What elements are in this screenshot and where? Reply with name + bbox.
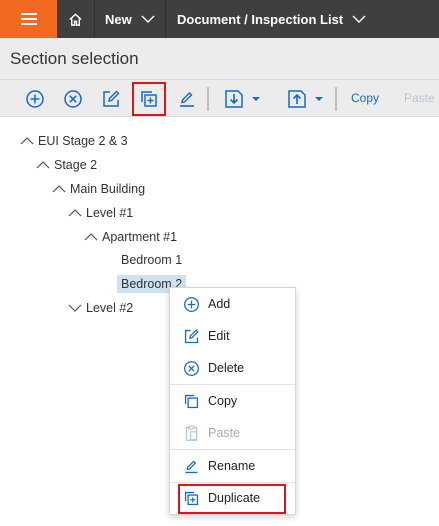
add-circle-icon xyxy=(26,90,44,108)
toolbar: Copy Paste xyxy=(0,80,439,117)
collapse-caret-icon[interactable] xyxy=(68,203,84,223)
menu-item-label: Paste xyxy=(208,426,240,440)
edit-icon xyxy=(184,328,199,343)
duplicate-icon xyxy=(141,91,157,107)
menu-item-edit[interactable]: Edit xyxy=(170,321,295,351)
home-icon xyxy=(69,12,82,26)
menu-item-label: Edit xyxy=(208,329,230,343)
tree-node-label: Level #1 xyxy=(86,206,134,220)
delete-circle-icon xyxy=(183,360,199,376)
menu-item-delete[interactable]: Delete xyxy=(170,353,295,383)
tree-node-label: Bedroom 1 xyxy=(121,253,183,267)
toolbar-separator xyxy=(335,87,337,111)
edit-button[interactable] xyxy=(98,86,124,112)
move-down-icon xyxy=(225,90,260,108)
menu-item-add[interactable]: Add xyxy=(170,289,295,319)
menu-item-paste[interactable]: Paste xyxy=(170,418,295,448)
hamburger-menu-button[interactable] xyxy=(0,0,57,38)
hamburger-icon xyxy=(20,13,37,25)
menu-item-label: Add xyxy=(208,297,231,311)
toolbar-separator xyxy=(207,87,209,111)
edit-icon xyxy=(103,90,120,107)
tree-node[interactable]: Stage 2 xyxy=(36,155,97,175)
tree-node[interactable]: Bedroom 1 xyxy=(121,250,182,270)
delete-circle-icon xyxy=(64,90,82,108)
new-menu-label: New xyxy=(105,11,132,27)
chevron-down-icon xyxy=(141,15,155,23)
menu-item-label: Duplicate xyxy=(208,491,261,505)
tree-node-label: Apartment #1 xyxy=(102,230,178,244)
tree-node-label: EUI Stage 2 & 3 xyxy=(38,134,128,148)
chevron-down-icon xyxy=(352,15,366,23)
new-menu[interactable]: New xyxy=(96,0,155,38)
menu-separator xyxy=(170,384,295,385)
tree-node[interactable]: Level #2 xyxy=(68,298,133,318)
add-circle-icon xyxy=(183,296,199,312)
tree-node[interactable]: Apartment #1 xyxy=(84,227,177,247)
rename-pencil-icon xyxy=(180,92,194,107)
menu-item-copy[interactable]: Copy xyxy=(170,386,295,416)
context-menu: Add Edit Delete Copy Paste Rename Duplic… xyxy=(169,287,296,515)
document-menu-label: Document / Inspection List xyxy=(177,11,344,27)
rename-button[interactable] xyxy=(174,86,200,112)
duplicate-button[interactable] xyxy=(132,82,166,116)
add-button[interactable] xyxy=(22,86,48,112)
top-bar: New Document / Inspection List xyxy=(0,0,439,38)
duplicate-icon xyxy=(184,491,198,505)
paste-button[interactable]: Paste xyxy=(404,91,435,105)
delete-button[interactable] xyxy=(60,86,86,112)
page-title: Section selection xyxy=(10,49,139,68)
menu-item-rename[interactable]: Rename xyxy=(170,451,295,481)
tree-node[interactable]: EUI Stage 2 & 3 xyxy=(20,131,128,151)
menu-item-duplicate[interactable]: Duplicate xyxy=(170,483,295,514)
collapse-caret-icon[interactable] xyxy=(36,155,52,175)
home-button[interactable] xyxy=(57,0,95,38)
move-up-dropdown[interactable] xyxy=(283,86,327,112)
menu-item-label: Copy xyxy=(208,394,238,408)
move-down-dropdown[interactable] xyxy=(220,86,264,112)
collapse-caret-icon[interactable] xyxy=(52,179,68,199)
paste-icon xyxy=(185,425,197,441)
menu-separator xyxy=(170,449,295,450)
collapse-caret-icon[interactable] xyxy=(20,131,36,151)
menu-item-label: Rename xyxy=(208,459,256,473)
tree-node-label: Main Building xyxy=(70,182,146,196)
menu-item-label: Delete xyxy=(208,361,245,375)
document-menu[interactable]: Document / Inspection List xyxy=(166,0,366,38)
collapse-caret-icon[interactable] xyxy=(84,227,100,247)
tree-node-label: Level #2 xyxy=(86,301,134,315)
tree-node[interactable]: Level #1 xyxy=(68,203,133,223)
tree-node[interactable]: Main Building xyxy=(52,179,145,199)
title-bar: Section selection xyxy=(0,38,439,80)
move-up-icon xyxy=(288,90,323,108)
copy-icon xyxy=(184,394,198,408)
rename-pencil-icon xyxy=(185,460,197,473)
copy-button[interactable]: Copy xyxy=(351,91,379,105)
tree-node-label: Stage 2 xyxy=(54,158,98,172)
expand-caret-icon[interactable] xyxy=(68,298,84,318)
